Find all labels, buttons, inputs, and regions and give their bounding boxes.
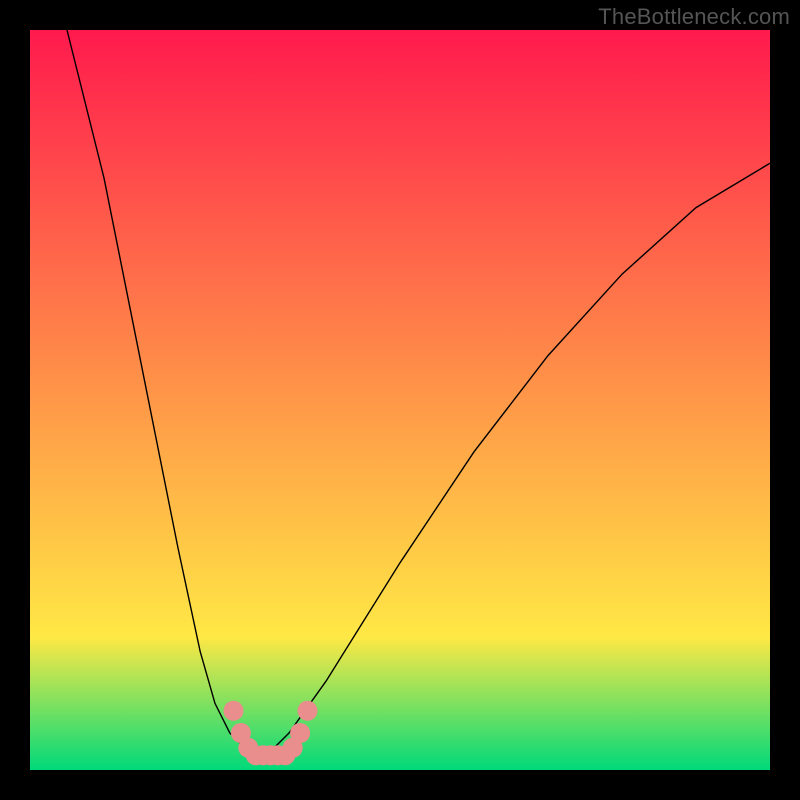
highlight-marker (298, 701, 318, 721)
highlight-marker (290, 723, 310, 743)
chart-svg (30, 30, 770, 770)
highlight-marker (224, 701, 244, 721)
gradient-background (30, 30, 770, 770)
plot-area (30, 30, 770, 770)
chart-container: TheBottleneck.com (0, 0, 800, 800)
watermark-text: TheBottleneck.com (598, 4, 790, 30)
